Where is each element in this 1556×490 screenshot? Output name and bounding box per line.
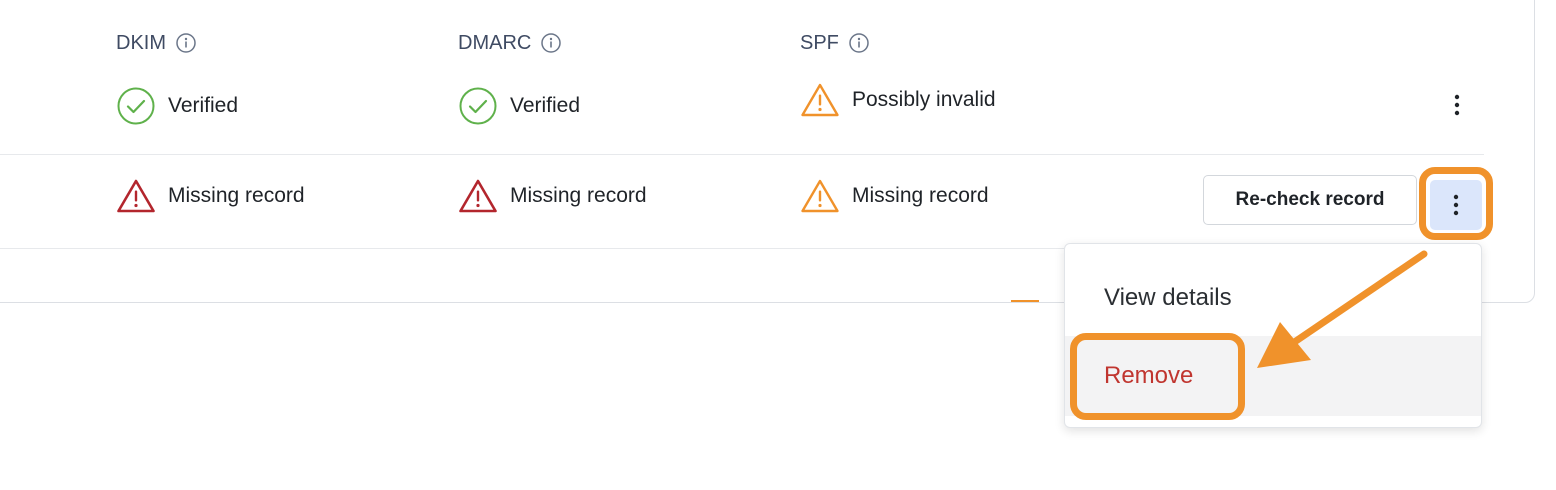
dkim-status-row-2: Missing record [116,178,305,214]
row-1-more-options-button[interactable] [1442,87,1472,123]
column-header-spf: SPF [800,28,870,58]
info-icon[interactable] [848,32,870,54]
check-circle-icon [459,87,497,125]
dmarc-status-row-2: Missing record [458,178,647,214]
row-divider [0,154,1484,155]
column-header-dkim: DKIM [116,28,197,58]
re-check-record-button[interactable]: Re-check record [1203,175,1417,225]
warning-orange-icon [801,179,839,213]
menu-item-label: View details [1104,284,1232,311]
status-text: Verified [510,94,581,117]
dkim-status-row-1: Verified [116,86,238,126]
remove-highlight-outline [1070,333,1245,420]
dmarc-status-row-1: Verified [458,86,580,126]
status-text: Verified [168,94,239,117]
warning-red-icon [117,179,155,213]
warning-red-icon [459,179,497,213]
status-text: Missing record [168,184,305,207]
column-header-label: DMARC [458,31,532,54]
column-header-label: SPF [800,31,839,54]
column-header-dmarc: DMARC [458,28,562,58]
spf-status-row-1: Possibly invalid [800,82,996,118]
warning-orange-icon [801,83,839,117]
info-icon[interactable] [540,32,562,54]
more-vertical-icon [1454,94,1460,116]
status-text: Missing record [510,184,647,207]
info-icon[interactable] [175,32,197,54]
row-divider [0,248,1064,249]
status-text: Possibly invalid [852,88,996,111]
menu-item-view-details[interactable]: View details [1065,258,1481,338]
decorative-accent [1011,300,1039,302]
column-header-label: DKIM [116,31,166,54]
spf-status-row-2: Missing record [800,178,989,214]
check-circle-icon [117,87,155,125]
kebab-highlight-outline [1419,167,1493,240]
status-text: Missing record [852,184,989,207]
